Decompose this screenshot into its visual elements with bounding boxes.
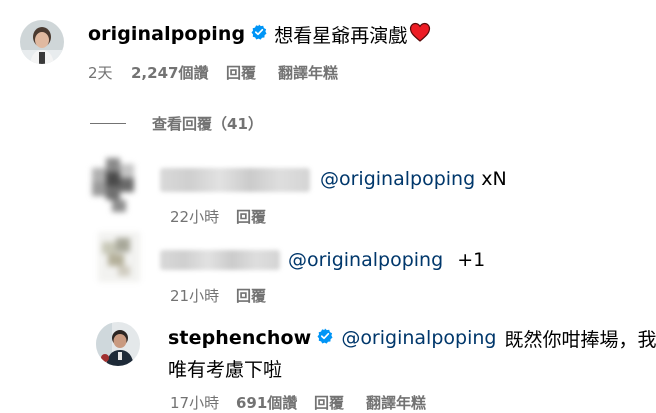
- view-replies-button[interactable]: 查看回覆（41）: [152, 113, 263, 134]
- timestamp[interactable]: 2天: [88, 62, 113, 83]
- comment-text: 既然你咁捧場，我: [504, 328, 656, 351]
- username[interactable]: originalpoping: [88, 23, 245, 45]
- comment-thread: originalpoping 想看星爺再演戲 2天 2,247個讚 回覆 翻譯年…: [0, 0, 656, 413]
- reply-text: @originalpoping xN: [320, 168, 507, 190]
- avatar[interactable]: [92, 158, 144, 214]
- reply-button[interactable]: 回覆: [314, 392, 344, 413]
- avatar[interactable]: [96, 322, 140, 366]
- reply-meta: 22小時 回覆: [170, 206, 370, 226]
- translate-button[interactable]: 翻譯年糕: [278, 62, 338, 83]
- divider: [90, 123, 126, 124]
- translate-button[interactable]: 翻譯年糕: [366, 392, 426, 413]
- verified-badge-icon: [317, 328, 333, 348]
- mention-link[interactable]: @originalpoping: [288, 249, 443, 271]
- reply-header: stephenchow @originalpoping 既然你咁捧場，我: [168, 325, 656, 351]
- reply-button[interactable]: 回覆: [226, 62, 256, 83]
- likes-count[interactable]: 691個讚: [236, 392, 297, 413]
- mention-link[interactable]: @originalpoping: [320, 168, 475, 190]
- heart-emoji-icon: [409, 22, 431, 46]
- comment-text: 想看星爺再演戲: [274, 24, 408, 47]
- avatar[interactable]: [98, 232, 140, 282]
- comment-text-continued: 唯有考慮下啦: [168, 359, 283, 381]
- reply-button[interactable]: 回覆: [236, 206, 266, 227]
- reply-text: @originalpoping +1: [288, 249, 485, 271]
- comment-text: xN: [481, 168, 507, 190]
- mention-link[interactable]: @originalpoping: [341, 327, 496, 349]
- comment-text: +1: [457, 249, 486, 271]
- avatar[interactable]: [20, 20, 64, 64]
- timestamp[interactable]: 22小時: [170, 206, 219, 227]
- likes-count[interactable]: 2,247個讚: [131, 62, 208, 83]
- blurred-username[interactable]: [160, 168, 310, 192]
- blurred-username[interactable]: [160, 250, 280, 270]
- username[interactable]: stephenchow: [168, 327, 311, 349]
- timestamp[interactable]: 21小時: [170, 285, 219, 306]
- verified-badge-icon: [251, 24, 267, 44]
- reply-meta: 17小時 691個讚 回覆 翻譯年糕: [170, 392, 590, 412]
- reply-button[interactable]: 回覆: [236, 285, 266, 306]
- timestamp[interactable]: 17小時: [170, 392, 219, 413]
- top-comment-header: originalpoping 想看星爺再演戲: [88, 21, 431, 47]
- reply-meta: 21小時 回覆: [170, 285, 370, 305]
- top-comment-meta: 2天 2,247個讚 回覆 翻譯年糕: [88, 62, 488, 82]
